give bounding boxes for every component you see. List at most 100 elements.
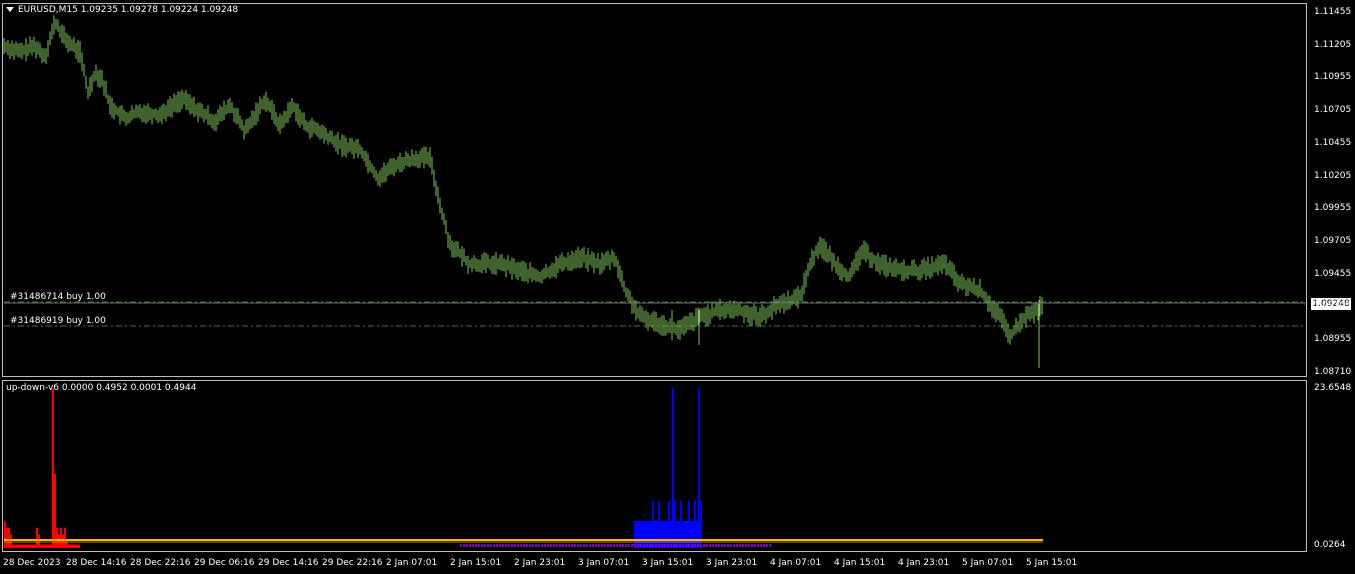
down-bar — [538, 544, 540, 547]
time-tick: 4 Jan 15:01 — [834, 558, 886, 568]
down-bar — [568, 544, 570, 547]
up-bar — [30, 544, 32, 548]
up-bar — [46, 544, 48, 548]
down-bar — [751, 544, 753, 547]
down-bar — [648, 520, 650, 548]
up-bar — [52, 544, 54, 548]
up-bar — [72, 544, 74, 548]
down-bar — [478, 544, 480, 547]
down-bar — [656, 520, 658, 548]
down-bar — [684, 520, 686, 548]
up-bar — [66, 544, 68, 548]
time-tick: 29 Dec 06:16 — [194, 558, 255, 568]
up-bar — [64, 544, 66, 548]
up-bar — [28, 544, 30, 548]
up-bar — [50, 544, 52, 548]
down-bar — [619, 544, 621, 547]
up-bar — [8, 527, 10, 548]
price-tick: 1.11455 — [1314, 7, 1352, 17]
down-bar — [496, 544, 498, 547]
down-bar — [547, 544, 549, 547]
order-label-1[interactable]: #31486714 buy 1.00 — [10, 292, 106, 302]
down-bar — [670, 520, 672, 548]
up-bar — [20, 544, 22, 548]
down-bar — [493, 544, 495, 547]
down-bar — [652, 544, 654, 547]
down-bar — [475, 544, 477, 547]
down-bar — [730, 544, 732, 547]
down-bar — [667, 544, 669, 547]
symbol-title-text: EURUSD,M15 1.09235 1.09278 1.09224 1.092… — [18, 5, 239, 15]
price-tick: 1.11205 — [1314, 39, 1352, 50]
time-tick: 4 Jan 07:01 — [770, 558, 822, 568]
down-bar — [589, 544, 591, 547]
time-tick: 3 Jan 15:01 — [642, 558, 694, 568]
down-bar — [640, 544, 642, 547]
down-bar — [670, 544, 672, 547]
symbol-title[interactable]: EURUSD,M15 1.09235 1.09278 1.09224 1.092… — [6, 5, 238, 15]
price-tick: 1.10955 — [1314, 72, 1352, 83]
time-tick: 29 Dec 14:16 — [258, 558, 319, 568]
down-bar — [700, 544, 702, 547]
up-bar — [58, 544, 60, 548]
time-tick: 29 Dec 22:16 — [322, 558, 383, 568]
down-bar — [757, 544, 759, 547]
down-bar — [654, 520, 656, 548]
down-bar — [646, 544, 648, 547]
up-bar — [38, 544, 40, 548]
down-bar — [727, 544, 729, 547]
down-bar — [664, 544, 666, 547]
down-bar — [514, 544, 516, 547]
up-bar — [48, 544, 50, 548]
price-tick: 1.08710 — [1314, 366, 1352, 377]
down-bar — [628, 544, 630, 547]
down-bar — [655, 544, 657, 547]
down-bar — [616, 544, 618, 547]
down-bar — [607, 544, 609, 547]
price-tick: 1.09705 — [1314, 235, 1352, 246]
time-tick: 2 Jan 07:01 — [386, 558, 438, 568]
up-bar — [78, 544, 80, 548]
down-bar — [688, 544, 690, 547]
down-bar — [601, 544, 603, 547]
down-bar — [535, 544, 537, 547]
price-tick: 1.10455 — [1314, 137, 1352, 148]
dropdown-triangle-icon[interactable] — [6, 7, 14, 12]
down-bar — [694, 544, 696, 547]
time-tick: 2 Jan 23:01 — [514, 558, 566, 568]
price-tick: 1.09205 — [1314, 301, 1352, 312]
down-bar — [754, 544, 756, 547]
order-label-2[interactable]: #31486919 buy 1.00 — [10, 316, 106, 326]
down-bar — [742, 544, 744, 547]
time-tick: 28 Dec 22:16 — [130, 558, 191, 568]
down-bar — [463, 544, 465, 547]
down-bar — [574, 544, 576, 547]
down-bar — [541, 544, 543, 547]
down-bar — [745, 544, 747, 547]
up-bar — [12, 544, 14, 548]
down-bar — [583, 544, 585, 547]
down-bar — [553, 544, 555, 547]
down-bar — [698, 388, 700, 548]
price-tick: 1.09455 — [1314, 268, 1352, 279]
down-bar — [592, 544, 594, 547]
up-bar — [56, 544, 58, 548]
time-tick: 28 Dec 14:16 — [66, 558, 127, 568]
down-bar — [636, 520, 638, 548]
down-bar — [736, 544, 738, 547]
down-bar — [532, 544, 534, 547]
time-tick: 5 Jan 15:01 — [1026, 558, 1078, 568]
down-bar — [562, 544, 564, 547]
down-bar — [571, 544, 573, 547]
chart-canvas — [3, 15, 1306, 548]
time-tick: 3 Jan 23:01 — [706, 558, 758, 568]
down-bar — [523, 544, 525, 547]
down-bar — [550, 544, 552, 547]
up-bar — [42, 544, 44, 548]
down-bar — [769, 544, 771, 547]
down-bar — [469, 544, 471, 547]
down-bar — [697, 544, 699, 547]
down-bar — [766, 544, 768, 547]
down-bar — [650, 520, 652, 548]
price-tick: 1.09955 — [1314, 203, 1352, 214]
